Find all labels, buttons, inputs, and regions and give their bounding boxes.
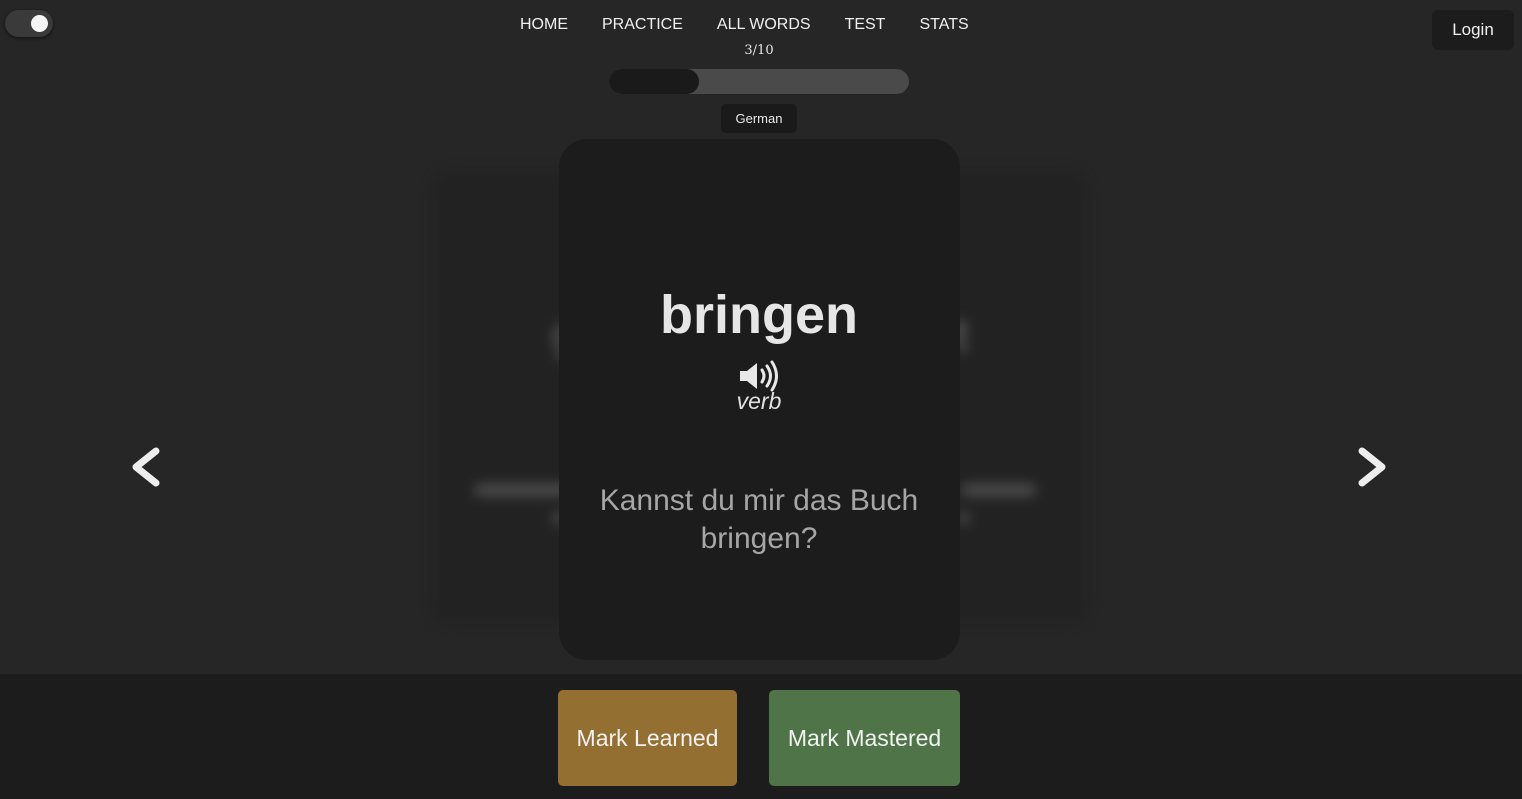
progress-fill: [609, 69, 699, 94]
card-counter: 3/10: [744, 43, 774, 58]
nav-test[interactable]: TEST: [845, 16, 886, 34]
nav-practice[interactable]: PRACTICE: [602, 16, 683, 34]
nav-home[interactable]: HOME: [520, 16, 568, 34]
chevron-right-icon[interactable]: [1352, 443, 1392, 491]
chevron-left-icon[interactable]: [126, 443, 166, 491]
card-word: bringen: [660, 285, 858, 345]
nav-stats[interactable]: STATS: [919, 16, 968, 34]
login-button[interactable]: Login: [1432, 10, 1514, 50]
language-badge[interactable]: German: [721, 104, 797, 133]
nav-all-words[interactable]: ALL WORDS: [717, 16, 811, 34]
example-sentence: Kannst du mir das Buch bringen?: [599, 484, 919, 555]
toggle-knob: [31, 15, 48, 32]
part-of-speech: verb: [736, 388, 782, 414]
mark-learned-button[interactable]: Mark Learned: [558, 690, 737, 786]
flashcard-page: HOME PRACTICE ALL WORDS TEST STATS Login…: [0, 0, 1522, 799]
next-card-line: [961, 484, 1036, 496]
main-nav: HOME PRACTICE ALL WORDS TEST STATS: [520, 16, 969, 34]
progress-bar: [609, 69, 909, 94]
action-bar: [0, 674, 1522, 799]
mark-mastered-button[interactable]: Mark Mastered: [769, 690, 960, 786]
theme-toggle[interactable]: [5, 10, 53, 37]
